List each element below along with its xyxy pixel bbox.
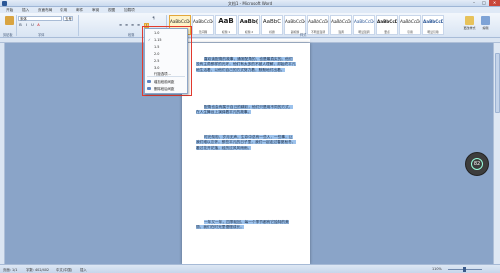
align-right-button[interactable]: ≡ [130, 23, 135, 28]
style-tile[interactable]: AaBbCcDc 不明显强调 [307, 15, 329, 35]
divider [16, 15, 17, 36]
align-center-button[interactable]: ≡ [124, 23, 129, 28]
spacing-option[interactable]: 2.0 [154, 52, 159, 56]
remove-space-after-item[interactable]: 删除段后间距 [154, 86, 174, 91]
zoom-slider-handle[interactable] [463, 267, 466, 272]
paragraph[interactable]: 时光匆匆，岁月无声。生命中总有一些人，一些事，让我们难以忘怀。那些平凡的日子里，… [196, 135, 296, 151]
scrollbar-thumb[interactable] [495, 53, 500, 113]
minimize-button[interactable]: – [469, 0, 479, 6]
style-tile[interactable]: AaBbCcDc 无间隔 [192, 15, 214, 35]
status-bar: 页面: 1/1 字数: 402/402 中文(中国) 插入 110% [0, 264, 500, 273]
italic-button[interactable]: I [24, 23, 29, 28]
binoculars-icon [481, 16, 490, 25]
underline-button[interactable]: U [30, 23, 35, 28]
divider [78, 15, 79, 36]
spacing-option[interactable]: 2.5 [154, 59, 159, 63]
close-button[interactable]: ✕ [489, 0, 500, 6]
style-tile[interactable]: AaBbCcDc 强调 [330, 15, 352, 35]
page-count[interactable]: 页面: 1/1 [3, 267, 17, 272]
menu-divider [147, 76, 185, 77]
language-indicator[interactable]: 中文(中国) [56, 267, 72, 272]
style-tile[interactable]: AaB 标题 1 [215, 15, 237, 35]
spacing-option[interactable]: 1.0 [154, 31, 159, 35]
change-styles-button[interactable]: 更改样式 [462, 16, 477, 34]
document-page[interactable]: 喜欢读配角的故事，通常配角的，也是最真实的。他们没有主角那样的光环，他们有太多的… [182, 43, 310, 264]
style-tile[interactable]: AaBbCcDc 引用 [399, 15, 421, 35]
font-color-button[interactable]: A [36, 23, 41, 28]
paragraph[interactable]: 配角也会有属于自己的精彩，他们只是用不同的方式，在人生舞台上演绎着平凡的故事。 [196, 105, 296, 116]
maximize-button[interactable]: □ [479, 0, 489, 6]
ruler-page-area [182, 39, 310, 42]
change-styles-icon [465, 16, 474, 25]
group-label-styles: 样式 [300, 33, 307, 37]
add-space-before-icon [147, 80, 151, 83]
add-space-before-item[interactable]: 增加段前间距 [154, 79, 174, 84]
spacing-option[interactable]: 1.5 [154, 45, 159, 49]
styles-gallery: AaBbCcDc正文 AaBbCcDc无间隔 AaB标题 1 AaBb(标题 2… [169, 15, 459, 35]
style-tile[interactable]: AaBb(标题 2 [238, 15, 260, 35]
align-left-button[interactable]: ≡ [118, 23, 123, 28]
word-count[interactable]: 字数: 402/402 [26, 267, 49, 272]
vertical-scrollbar[interactable] [493, 43, 500, 264]
paste-icon [5, 16, 14, 25]
remove-space-after-icon [147, 87, 151, 90]
justify-button[interactable]: ≡ [136, 23, 141, 28]
paragraph[interactable]: 一年又一年，四季轮回，每一个季节都有它独特的美丽，我们在时光里慢慢成长。 [196, 220, 296, 231]
font-size-select[interactable]: 五号 [63, 16, 73, 21]
style-tile[interactable]: AaBbC 标题 [261, 15, 283, 35]
paragraph[interactable]: 喜欢读配角的故事，通常配角的，也是最真实的。他们没有主角那样的光环，他们有太多的… [196, 57, 296, 73]
floating-speed-widget[interactable]: 82 [465, 152, 489, 176]
show-formatting-button[interactable]: ¶ [151, 16, 156, 21]
group-label-paragraph: 段落 [128, 33, 135, 37]
spacing-option[interactable]: 3.0 [154, 66, 159, 70]
group-label-clipboard: 剪贴板 [3, 33, 13, 37]
title-bar: 文档1 - Microsoft Word – □ ✕ [0, 0, 500, 7]
bold-button[interactable]: B [18, 23, 23, 28]
ribbon: 剪贴板 宋体 五号 B I U A 字体 ≡ ≡ ≡ ≡ ↕ ¶ 段落 AaBb… [0, 13, 500, 38]
style-tile[interactable]: AaBbCcDc要点 [376, 15, 398, 35]
spacing-option-selected[interactable]: 1.15 [148, 38, 161, 42]
group-label-font: 字体 [38, 33, 45, 37]
edit-button[interactable]: 编辑 [478, 16, 493, 34]
style-tile[interactable]: AaBbCcDc 明显强调 [353, 15, 375, 35]
style-tile[interactable]: AaBbCcDc明显引用 [422, 15, 444, 35]
font-name-select[interactable]: 宋体 [18, 16, 62, 21]
insert-mode[interactable]: 插入 [80, 267, 87, 272]
zoom-level[interactable]: 110% [432, 267, 442, 271]
line-spacing-menu: 1.0 1.15 1.5 2.0 2.5 3.0 行距选项... 增加段前间距 … [144, 28, 188, 94]
vertical-ruler[interactable] [0, 43, 5, 264]
